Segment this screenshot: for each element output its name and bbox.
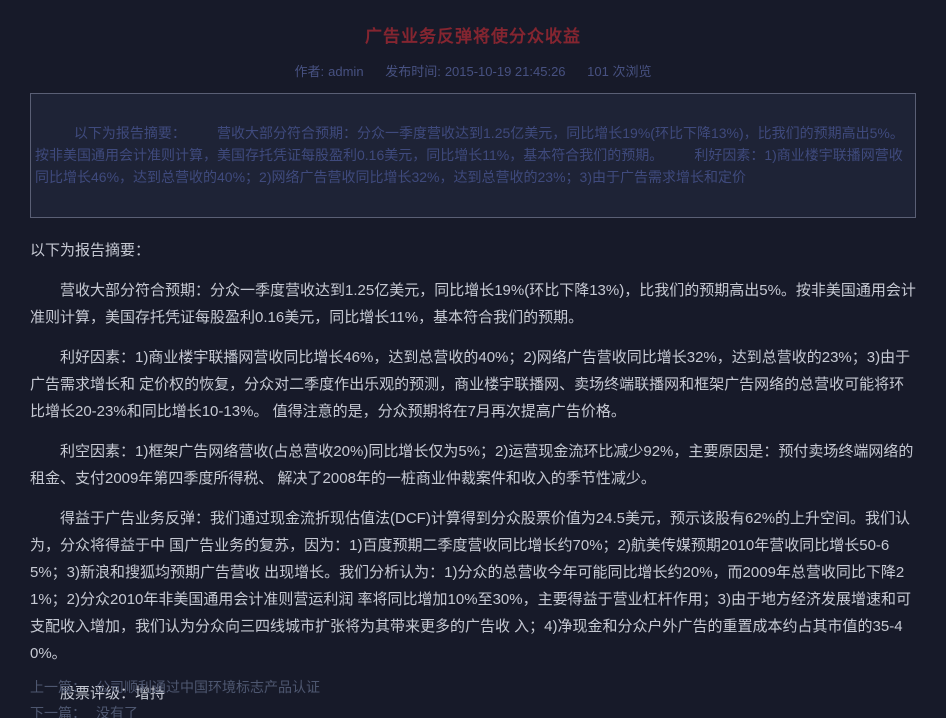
publish-time-value: 2015-10-19 21:45:26: [445, 64, 566, 79]
next-post-row: 下一篇： 没有了: [30, 700, 916, 718]
prev-post-label: 上一篇：: [30, 679, 86, 695]
post-navigation: 上一篇： 公司顺利通过中国环境标志产品认证 下一篇： 没有了: [30, 674, 916, 718]
paragraph: 得益于广告业务反弹：我们通过现金流折现估值法(DCF)计算得到分众股票价值为24…: [30, 505, 916, 667]
author-value: admin: [328, 64, 363, 79]
report-summary-text: 以下为报告摘要： 营收大部分符合预期：分众一季度营收达到1.25亿美元，同比增长…: [35, 125, 904, 185]
publish-time-label: 发布时间:: [385, 64, 441, 79]
article-meta: 作者:admin 发布时间: 2015-10-19 21:45:26 101 次浏…: [30, 61, 916, 80]
author-meta: 作者:admin: [295, 64, 364, 79]
paragraph: 利空因素：1)框架广告网络营收(占总营收20%)同比增长仅为5%；2)运营现金流…: [30, 438, 916, 492]
publish-meta: 发布时间: 2015-10-19 21:45:26: [385, 64, 565, 79]
paragraph: 营收大部分符合预期：分众一季度营收达到1.25亿美元，同比增长19%(环比下降1…: [30, 277, 916, 331]
paragraph: 以下为报告摘要：: [30, 237, 916, 264]
article-page: 广告业务反弹将使分众收益 作者:admin 发布时间: 2015-10-19 21…: [0, 22, 946, 718]
author-label: 作者:: [295, 64, 325, 79]
next-post-text: 没有了: [96, 705, 138, 718]
view-count: 101 次浏览: [587, 64, 651, 79]
report-summary-box: 以下为报告摘要： 营收大部分符合预期：分众一季度营收达到1.25亿美元，同比增长…: [30, 93, 916, 218]
next-post-label: 下一篇：: [30, 705, 86, 718]
page-title: 广告业务反弹将使分众收益: [30, 22, 916, 47]
article-body: 以下为报告摘要： 营收大部分符合预期：分众一季度营收达到1.25亿美元，同比增长…: [30, 237, 916, 718]
prev-post-link[interactable]: 公司顺利通过中国环境标志产品认证: [96, 679, 320, 695]
prev-post-row: 上一篇： 公司顺利通过中国环境标志产品认证: [30, 674, 916, 700]
paragraph: 利好因素：1)商业楼宇联播网营收同比增长46%，达到总营收的40%；2)网络广告…: [30, 344, 916, 425]
